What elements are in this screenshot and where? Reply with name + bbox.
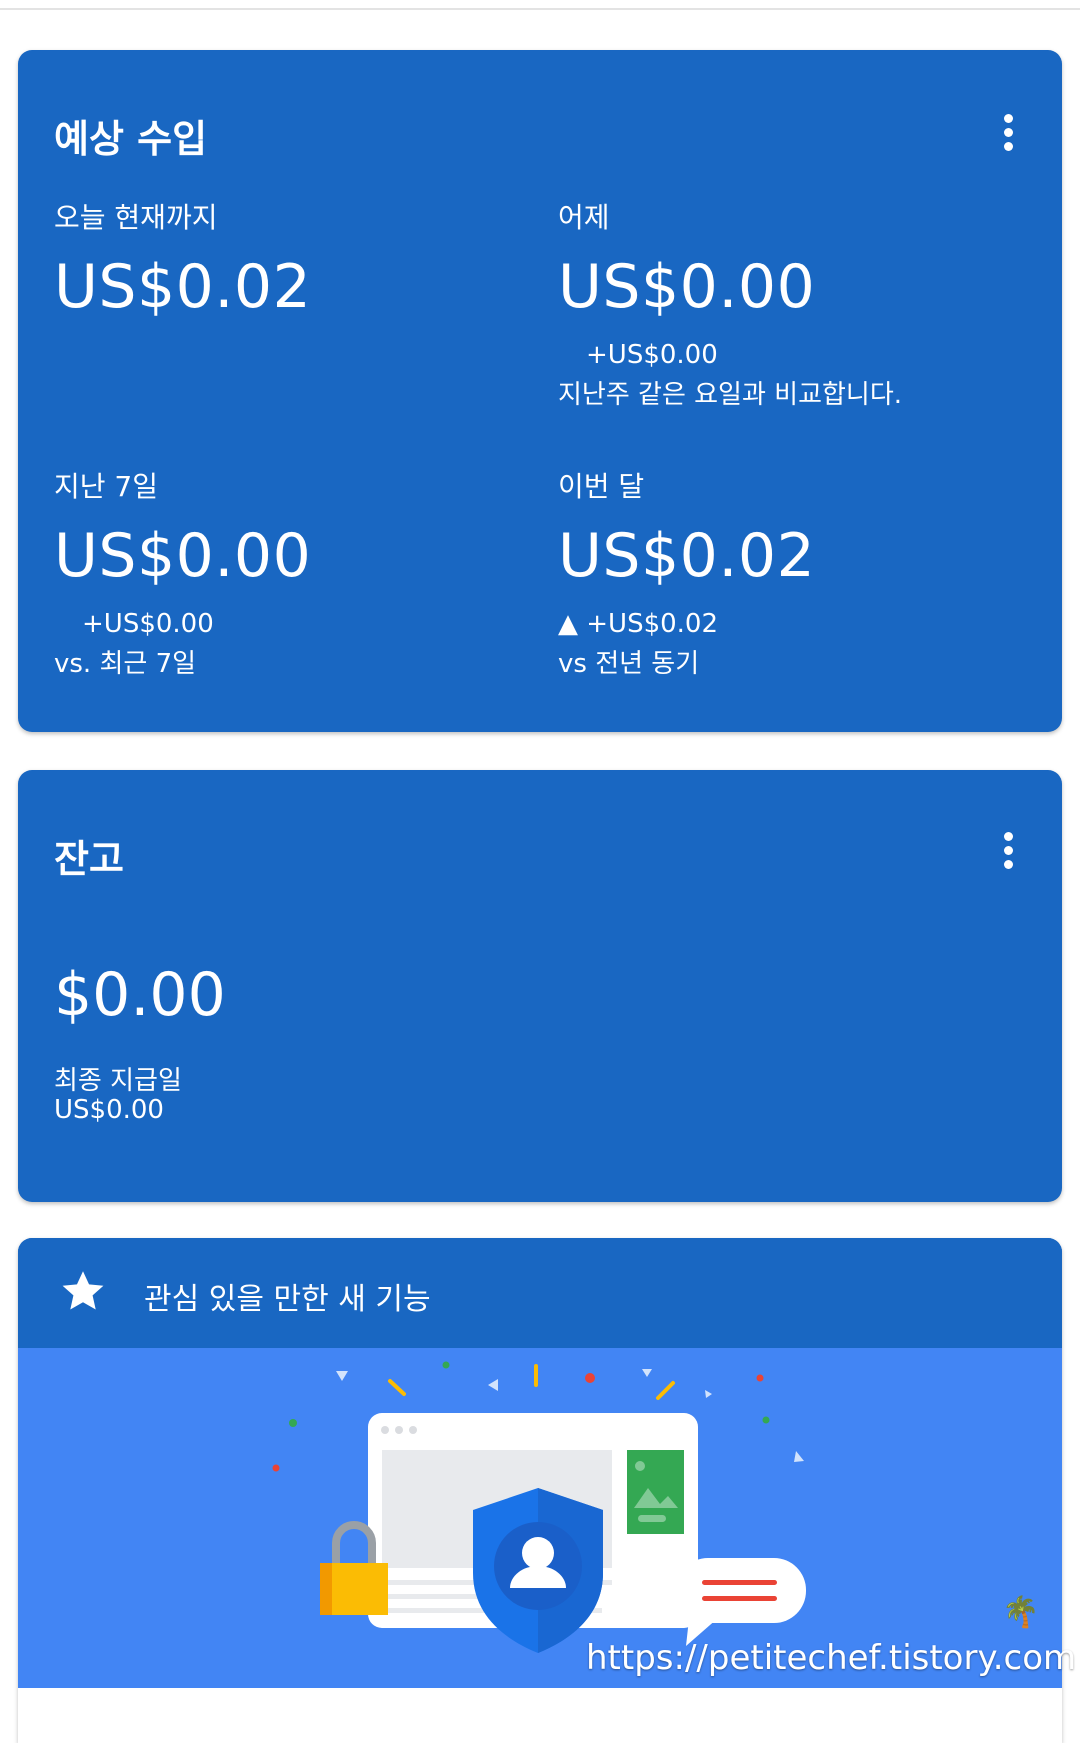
- shield-user-graphic: [473, 1488, 603, 1653]
- metric-delta: +US$0.00: [82, 609, 214, 639]
- metric-yesterday: 어제 US$0.00 +US$0.00 지난주 같은 요일과 비교합니다.: [558, 196, 902, 411]
- feature-header: 관심 있을 만한 새 기능: [18, 1238, 1062, 1348]
- top-divider: [0, 0, 1080, 10]
- more-options-icon[interactable]: [1002, 832, 1014, 874]
- metric-label: 지난 7일: [54, 470, 158, 503]
- card-title: 잔고: [54, 837, 124, 881]
- metric-comparison: 지난주 같은 요일과 비교합니다.: [558, 380, 903, 410]
- metric-this-month: 이번 달 US$0.02 ▲ +US$0.02 vs 전년 동기: [558, 465, 815, 680]
- feature-title: 관심 있을 만한 새 기능: [144, 1282, 431, 1317]
- metric-label: 어제: [558, 201, 610, 234]
- last-payment-label: 최종 지급일: [54, 1066, 182, 1096]
- metric-label: 오늘 현재까지: [54, 201, 218, 234]
- metric-last-7-days: 지난 7일 US$0.00 +US$0.00 vs. 최근 7일: [54, 465, 311, 680]
- last-payment-value: US$0.00: [54, 1095, 164, 1125]
- card-title: 예상 수입: [54, 117, 208, 161]
- metric-today: 오늘 현재까지 US$0.02: [54, 196, 311, 322]
- metric-value: US$0.00: [558, 252, 816, 322]
- palm-tree-icon: 🌴: [1002, 1595, 1040, 1630]
- metric-delta: +US$0.00: [586, 340, 718, 370]
- metric-delta: ▲ +US$0.02: [558, 609, 719, 639]
- star-icon: [62, 1271, 104, 1310]
- card-footer-area: [18, 1688, 1062, 1743]
- metric-value: US$0.00: [54, 521, 312, 591]
- metric-value: US$0.02: [558, 521, 816, 591]
- message-bubble-graphic: [676, 1558, 806, 1646]
- metric-comparison: vs 전년 동기: [558, 649, 700, 679]
- earnings-card: 예상 수입 오늘 현재까지 US$0.02 어제 US$0.00 +US$0.0…: [18, 50, 1062, 732]
- watermark-url: https://petitechef.tistory.com: [586, 1638, 1077, 1678]
- metric-label: 이번 달: [558, 470, 645, 503]
- balance-card: 잔고 $0.00 최종 지급일 US$0.00: [18, 770, 1062, 1202]
- more-options-icon[interactable]: [1002, 114, 1014, 156]
- metric-value: US$0.02: [54, 252, 312, 322]
- balance-value: $0.00: [54, 960, 226, 1030]
- feature-illustration: [18, 1348, 1062, 1688]
- metric-comparison: vs. 최근 7일: [54, 649, 197, 679]
